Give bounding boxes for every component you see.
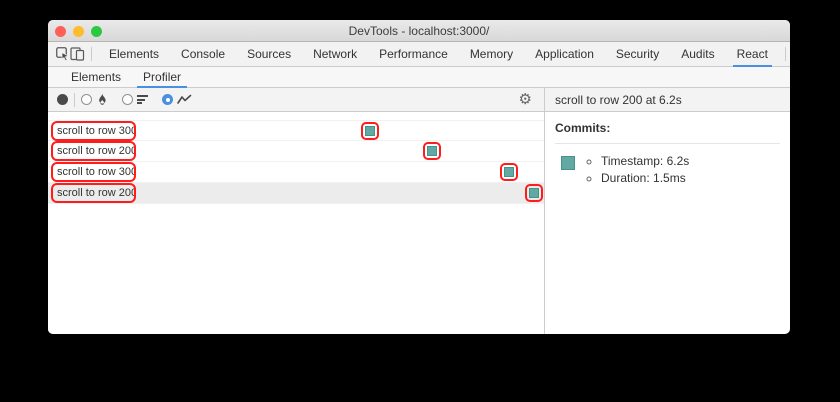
- tab-application[interactable]: Application: [524, 42, 605, 66]
- inspect-element-icon[interactable]: [56, 42, 70, 66]
- commit-timestamp: Timestamp: 6.2s: [601, 153, 689, 170]
- devtools-tab-bar: Elements Console Sources Network Perform…: [48, 42, 790, 67]
- tab-audits[interactable]: Audits: [670, 42, 725, 66]
- interaction-row[interactable]: scroll to row 300: [48, 120, 544, 141]
- commit-marker[interactable]: [525, 184, 543, 202]
- device-toolbar-icon[interactable]: [70, 42, 85, 66]
- commit-legend-square-icon[interactable]: [561, 156, 575, 170]
- titlebar: DevTools - localhost:3000/: [48, 20, 790, 42]
- subtab-profiler[interactable]: Profiler: [132, 67, 192, 88]
- interaction-label: scroll to row 300: [57, 124, 136, 137]
- tab-console[interactable]: Console: [170, 42, 236, 66]
- commit-marker[interactable]: [500, 163, 518, 181]
- commits-label: Commits:: [555, 121, 611, 135]
- interaction-label: scroll to row 200: [57, 187, 136, 199]
- interaction-label: scroll to row 300: [57, 166, 136, 178]
- selected-interaction-header: scroll to row 200 at 6.2s: [545, 88, 790, 112]
- divider: [555, 143, 780, 144]
- profiler-toolbar: ⚙: [48, 88, 544, 112]
- commit-square-icon: [504, 167, 514, 177]
- commit-detail: Timestamp: 6.2s Duration: 1.5ms: [555, 153, 780, 187]
- commit-detail-list: Timestamp: 6.2s Duration: 1.5ms: [585, 153, 689, 187]
- close-window-button[interactable]: [55, 26, 66, 37]
- interaction-row[interactable]: scroll to row 300: [48, 162, 544, 183]
- flame-icon: [96, 93, 108, 106]
- ranked-chart-icon: [137, 95, 148, 104]
- tab-performance[interactable]: Performance: [368, 42, 459, 66]
- interaction-label-highlight: scroll to row 300: [51, 162, 136, 182]
- interactions-chart-icon: [177, 94, 192, 105]
- interaction-label-highlight: scroll to row 300: [51, 120, 136, 141]
- screenshot-background: DevTools - localhost:3000/ Elements Cons…: [0, 0, 840, 402]
- react-panel-tab-bar: Elements Profiler: [48, 67, 790, 88]
- interaction-row[interactable]: scroll to row 200: [48, 183, 544, 204]
- commit-square-icon: [427, 146, 437, 156]
- tab-sources[interactable]: Sources: [236, 42, 302, 66]
- commit-square-icon: [365, 125, 375, 136]
- tab-network[interactable]: Network: [302, 42, 368, 66]
- devtools-window: DevTools - localhost:3000/ Elements Cons…: [48, 20, 790, 334]
- commit-marker[interactable]: [361, 121, 379, 140]
- interaction-row[interactable]: scroll to row 200: [48, 141, 544, 162]
- view-option-flamegraph[interactable]: [81, 93, 108, 106]
- traffic-lights: [55, 26, 102, 37]
- interaction-details-body: Commits: Timestamp: 6.2s Duration: 1.5ms: [545, 112, 790, 196]
- divider: [784, 47, 786, 61]
- view-option-ranked[interactable]: [122, 94, 148, 105]
- interactions-timeline: scroll to row 300 scroll to row 200 scro…: [48, 112, 544, 334]
- interaction-label: scroll to row 200: [57, 145, 136, 157]
- commit-duration: Duration: 1.5ms: [601, 170, 689, 187]
- window-title: DevTools - localhost:3000/: [348, 23, 490, 38]
- interaction-label-highlight: scroll to row 200: [51, 183, 136, 203]
- view-option-interactions[interactable]: [162, 94, 192, 105]
- tab-elements[interactable]: Elements: [98, 42, 170, 66]
- zoom-window-button[interactable]: [91, 26, 102, 37]
- interactions-radio[interactable]: [162, 94, 173, 105]
- ranked-radio[interactable]: [122, 94, 133, 105]
- interaction-details-panel: scroll to row 200 at 6.2s Commits: Times…: [545, 88, 790, 334]
- interaction-label-highlight: scroll to row 200: [51, 141, 136, 161]
- interactions-panel: ⚙ scroll to row 300 scroll to row 200 sc…: [48, 88, 545, 334]
- divider: [91, 47, 92, 61]
- record-button[interactable]: [57, 94, 68, 105]
- tab-security[interactable]: Security: [605, 42, 670, 66]
- gear-icon[interactable]: ⚙: [519, 92, 532, 107]
- tab-react[interactable]: React: [726, 42, 779, 67]
- profiler-main: ⚙ scroll to row 300 scroll to row 200 sc…: [48, 88, 790, 334]
- subtab-elements[interactable]: Elements: [60, 67, 132, 87]
- minimize-window-button[interactable]: [73, 26, 84, 37]
- commit-marker[interactable]: [423, 142, 441, 160]
- tab-memory[interactable]: Memory: [459, 42, 524, 66]
- commit-square-icon: [529, 188, 539, 198]
- divider: [74, 92, 75, 107]
- flamegraph-radio[interactable]: [81, 94, 92, 105]
